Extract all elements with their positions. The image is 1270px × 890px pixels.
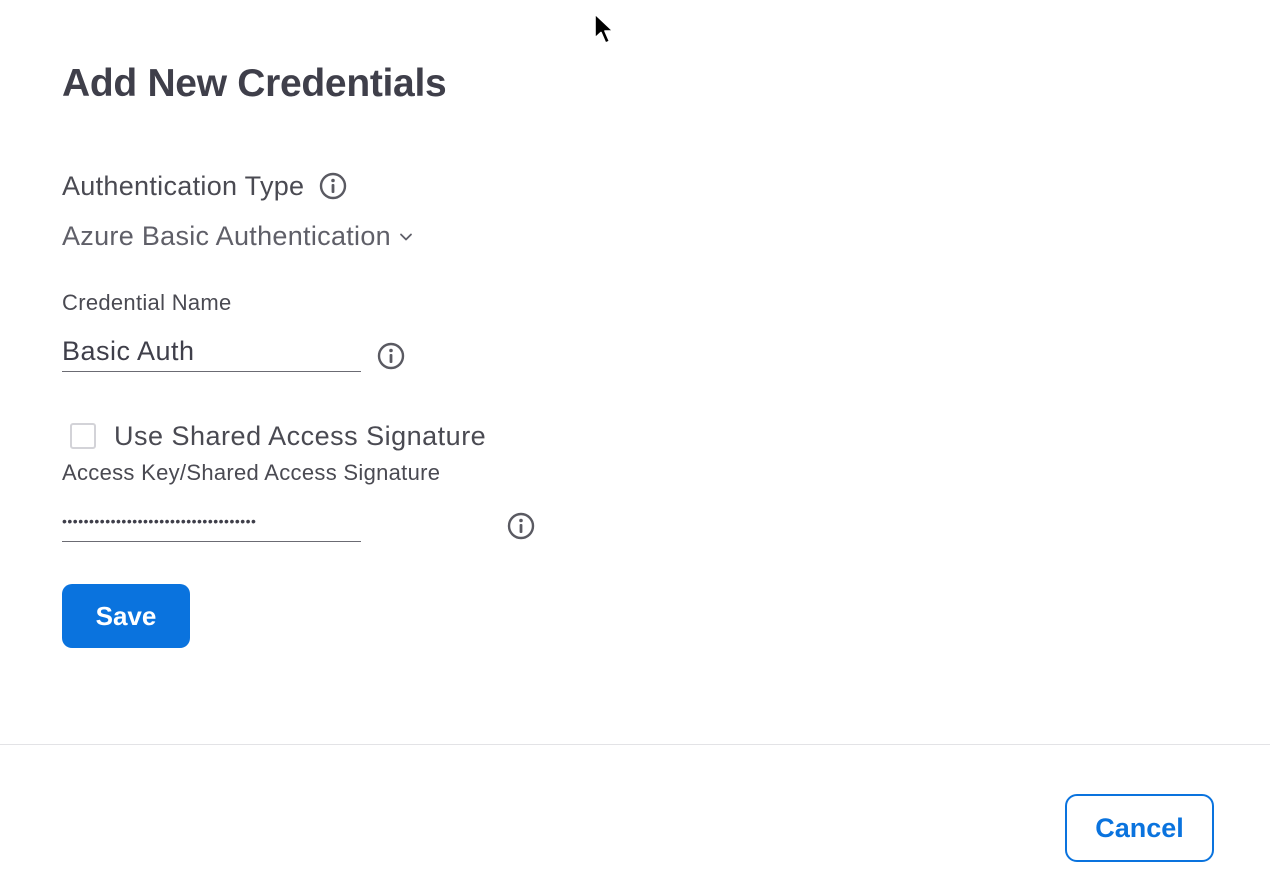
auth-type-label: Authentication Type: [62, 170, 305, 201]
auth-type-selected-value: Azure Basic Authentication: [62, 220, 391, 251]
chevron-down-icon: [397, 228, 415, 246]
mouse-pointer-icon: [593, 13, 615, 47]
access-key-label: Access Key/Shared Access Signature: [62, 460, 441, 485]
credential-name-info-icon[interactable]: [376, 341, 406, 371]
dialog-title: Add New Credentials: [62, 62, 447, 105]
shared-access-signature-row: Use Shared Access Signature: [62, 417, 486, 455]
access-key-info-icon[interactable]: [506, 511, 536, 541]
auth-type-info-icon[interactable]: [318, 171, 348, 201]
add-credentials-dialog: Add New Credentials Authentication Type …: [0, 0, 1270, 890]
cancel-button[interactable]: Cancel: [1065, 794, 1214, 862]
credential-name-label: Credential Name: [62, 290, 232, 315]
auth-type-dropdown[interactable]: Azure Basic Authentication: [62, 216, 415, 256]
save-button[interactable]: Save: [62, 584, 190, 648]
footer-divider: [0, 744, 1270, 745]
access-key-input[interactable]: [62, 501, 361, 542]
credential-name-input[interactable]: [62, 331, 361, 372]
auth-type-row: Authentication Type: [62, 166, 348, 206]
shared-access-signature-label[interactable]: Use Shared Access Signature: [114, 421, 486, 452]
shared-access-signature-checkbox[interactable]: [70, 423, 96, 449]
